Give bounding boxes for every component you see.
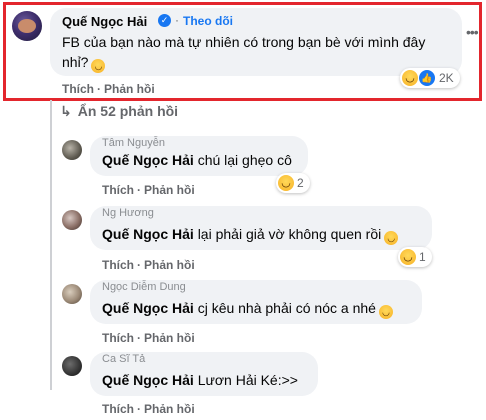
haha-reaction-icon: ◡ bbox=[402, 70, 418, 86]
like-action[interactable]: Thích bbox=[102, 331, 134, 345]
reply-author[interactable]: Ng Hương bbox=[102, 207, 154, 219]
reply-avatar[interactable] bbox=[62, 210, 82, 230]
reply-text: Quế Ngọc Hải cj kêu nhà phải có nóc a nh… bbox=[102, 300, 393, 319]
like-action[interactable]: Thích bbox=[102, 183, 134, 197]
haha-emoji-icon: ◡ bbox=[378, 305, 393, 319]
like-action[interactable]: Thích bbox=[102, 402, 134, 416]
verified-check-icon: ✓ bbox=[158, 14, 171, 27]
haha-reaction-icon: ◡ bbox=[400, 249, 416, 265]
main-author-name[interactable]: Quế Ngọc Hải bbox=[62, 14, 147, 29]
reply-text: Quế Ngọc Hải Lươn Hải Ké:>> bbox=[102, 372, 298, 388]
reply-action[interactable]: Phản hồi bbox=[104, 82, 155, 96]
thread-line bbox=[50, 100, 52, 390]
reply-actions: Thích · Phản hồi bbox=[102, 402, 195, 416]
reply-arrow-icon: ↳ bbox=[60, 103, 72, 119]
like-action[interactable]: Thích bbox=[62, 82, 94, 96]
reply-text: Quế Ngọc Hải lại phải giả vờ không quen … bbox=[102, 226, 399, 245]
reply-actions: Thích · Phản hồi bbox=[102, 183, 195, 197]
reply-actions: Thích · Phản hồi bbox=[102, 258, 195, 272]
reply-reaction-count: 2 bbox=[297, 176, 304, 190]
reply-reaction-count: 1 bbox=[419, 250, 426, 264]
reply-action[interactable]: Phản hồi bbox=[144, 331, 195, 345]
haha-emoji-icon: ◡ bbox=[91, 59, 106, 73]
reply-text: Quế Ngọc Hải chú lại ghẹo cô bbox=[102, 152, 292, 168]
reply-avatar[interactable] bbox=[62, 356, 82, 376]
more-options-icon[interactable]: ••• bbox=[466, 24, 479, 40]
mention-tag[interactable]: Quế Ngọc Hải bbox=[102, 226, 194, 242]
follow-link[interactable]: Theo dõi bbox=[183, 14, 233, 28]
dot-separator: · bbox=[137, 183, 141, 197]
dot-separator: · bbox=[137, 258, 141, 272]
main-reactions[interactable]: ◡ 👍 2K bbox=[400, 68, 460, 88]
author-avatar[interactable] bbox=[12, 11, 42, 41]
dot-separator: · bbox=[97, 82, 101, 96]
reply-action[interactable]: Phản hồi bbox=[144, 183, 195, 197]
mention-tag[interactable]: Quế Ngọc Hải bbox=[102, 372, 194, 388]
reply-avatar[interactable] bbox=[62, 284, 82, 304]
reply-action[interactable]: Phản hồi bbox=[144, 402, 195, 416]
haha-emoji-icon: ◡ bbox=[384, 231, 399, 245]
reply-avatar[interactable] bbox=[62, 140, 82, 160]
reply-reactions[interactable]: ◡ 2 bbox=[276, 173, 310, 193]
hide-replies-label: Ẩn 52 phản hồi bbox=[77, 103, 179, 119]
hide-replies-toggle[interactable]: ↳ Ẩn 52 phản hồi bbox=[60, 103, 178, 120]
reply-actions: Thích · Phản hồi bbox=[102, 331, 195, 345]
reply-action[interactable]: Phản hồi bbox=[144, 258, 195, 272]
reply-author[interactable]: Ngọc Diễm Dung bbox=[102, 281, 186, 293]
dot-separator: · bbox=[137, 402, 141, 416]
dot-separator: · bbox=[137, 331, 141, 345]
reply-author[interactable]: Ca Sĩ Tả bbox=[102, 353, 145, 365]
like-action[interactable]: Thích bbox=[102, 258, 134, 272]
main-reaction-count: 2K bbox=[439, 71, 454, 85]
mention-tag[interactable]: Quế Ngọc Hải bbox=[102, 152, 194, 168]
reply-author[interactable]: Tâm Nguyễn bbox=[102, 137, 165, 149]
main-comment-text: FB của bạn nào mà tự nhiên có trong bạn … bbox=[62, 34, 426, 73]
dot-separator: · bbox=[175, 13, 179, 27]
main-actions: Thích · Phản hồi bbox=[62, 82, 155, 96]
like-reaction-icon: 👍 bbox=[419, 70, 435, 86]
reply-reactions[interactable]: ◡ 1 bbox=[398, 247, 432, 267]
mention-tag[interactable]: Quế Ngọc Hải bbox=[102, 300, 194, 316]
haha-reaction-icon: ◡ bbox=[278, 175, 294, 191]
